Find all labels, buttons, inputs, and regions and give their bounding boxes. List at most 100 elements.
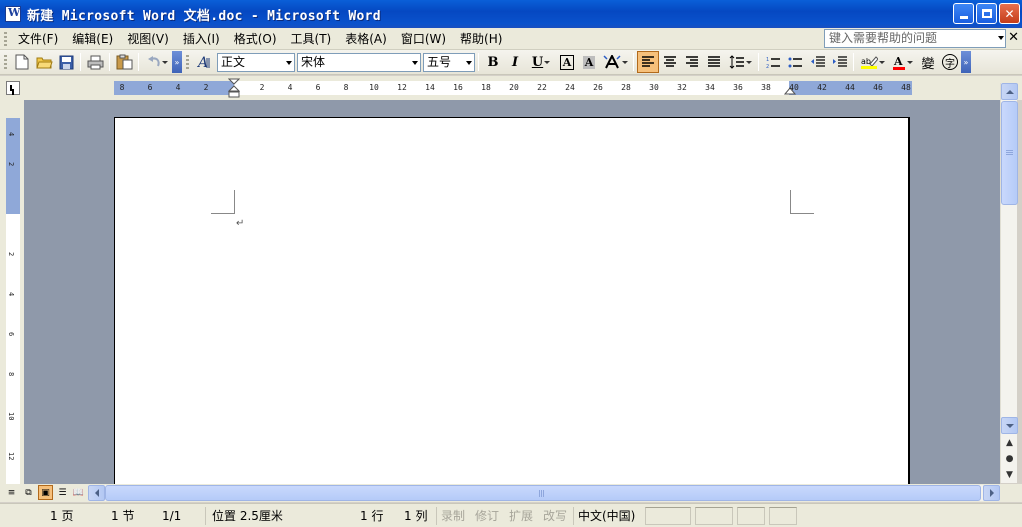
menu-help[interactable]: 帮助(H)	[453, 29, 509, 49]
horizontal-scroll-thumb[interactable]	[105, 485, 981, 501]
open-button[interactable]	[33, 51, 55, 73]
character-border-button[interactable]: A	[556, 51, 578, 73]
status-extend-selection[interactable]: 扩展	[509, 507, 533, 525]
ruler-label: 22	[537, 83, 547, 92]
justify-button[interactable]	[703, 51, 725, 73]
align-right-button[interactable]	[681, 51, 703, 73]
scroll-down-button[interactable]	[1001, 417, 1018, 434]
ruler-label: 12	[397, 83, 407, 92]
decrease-indent-button[interactable]	[806, 51, 828, 73]
character-scaling-button[interactable]	[600, 51, 630, 73]
bold-icon: B	[487, 54, 499, 70]
align-center-button[interactable]	[659, 51, 681, 73]
close-document-icon[interactable]: ✕	[1008, 30, 1019, 45]
web-layout-view-button[interactable]: ⧉	[21, 485, 36, 500]
character-shading-button[interactable]: A	[578, 51, 600, 73]
chevron-down-icon[interactable]	[412, 60, 418, 65]
toolbar-grip[interactable]	[4, 55, 7, 69]
first-line-indent-marker-icon[interactable]	[228, 78, 240, 98]
status-divider	[573, 507, 574, 525]
vertical-scroll-thumb[interactable]	[1001, 101, 1018, 205]
status-language[interactable]: 中文(中国)	[578, 507, 635, 525]
reading-layout-button[interactable]: 📖	[71, 485, 86, 500]
formatting-grip[interactable]	[186, 55, 189, 69]
toolbar-options-button[interactable]: »	[172, 51, 182, 73]
next-page-button[interactable]: ▼	[1001, 467, 1018, 482]
menubar-grip[interactable]	[4, 31, 7, 46]
previous-page-button[interactable]: ▲	[1001, 435, 1018, 450]
character-shading-icon: A	[582, 55, 596, 69]
status-overtype[interactable]: 改写	[543, 507, 567, 525]
document-page[interactable]: ↵	[114, 117, 910, 484]
menu-view[interactable]: 视图(V)	[120, 29, 176, 49]
tab-selector-icon[interactable]	[6, 81, 20, 95]
styles-formatting-button[interactable]: A	[193, 51, 215, 73]
font-size-select[interactable]: 五号	[423, 52, 475, 72]
ruler-label: 10	[369, 83, 379, 92]
ruler-label: 14	[425, 83, 435, 92]
chevron-down-icon[interactable]	[161, 60, 168, 64]
status-track-changes[interactable]: 修订	[475, 507, 499, 525]
chevron-down-icon[interactable]	[906, 60, 913, 64]
chevron-down-icon[interactable]	[621, 60, 628, 64]
bullets-button[interactable]	[784, 51, 806, 73]
save-button[interactable]	[55, 51, 77, 73]
horizontal-ruler[interactable]: 8 6 4 2 2 4 6 8 10 12 14 16 18 20 22 24 26 28 30 32 34 36 38 40…	[114, 78, 912, 98]
font-color-button[interactable]: A	[887, 51, 917, 73]
italic-button[interactable]: I	[504, 51, 526, 73]
undo-button[interactable]	[142, 51, 172, 73]
menu-table[interactable]: 表格(A)	[338, 29, 394, 49]
vertical-scrollbar[interactable]: ▲ ● ▼	[1000, 83, 1018, 483]
highlight-button[interactable]: ab	[857, 51, 887, 73]
toolbar-options-button-2[interactable]: »	[961, 51, 971, 73]
status-divider	[205, 507, 206, 525]
underline-button[interactable]: U	[526, 51, 556, 73]
menu-tools[interactable]: 工具(T)	[284, 29, 339, 49]
menu-window[interactable]: 窗口(W)	[394, 29, 453, 49]
horizontal-scrollbar[interactable]	[88, 485, 1000, 501]
word-app-icon[interactable]	[5, 6, 21, 22]
close-icon: ✕	[1004, 6, 1015, 21]
outline-view-button[interactable]: ☰	[55, 485, 70, 500]
help-question-input[interactable]: 键入需要帮助的问题	[824, 29, 1006, 48]
status-record-macro[interactable]: 录制	[441, 507, 465, 525]
chevron-down-icon[interactable]	[544, 60, 551, 64]
chevron-down-icon[interactable]	[466, 60, 472, 65]
bold-button[interactable]: B	[482, 51, 504, 73]
maximize-button[interactable]	[976, 3, 997, 24]
toolbar-separator	[138, 53, 139, 71]
chevron-down-icon[interactable]	[998, 36, 1004, 40]
print-button[interactable]	[84, 51, 106, 73]
select-browse-object-button[interactable]: ●	[1001, 451, 1018, 466]
vertical-ruler[interactable]: 4 2 2 4 6 8 10 12	[6, 118, 20, 484]
menu-format[interactable]: 格式(O)	[227, 29, 284, 49]
chevron-down-icon[interactable]	[745, 60, 752, 64]
paste-button[interactable]	[113, 51, 135, 73]
scroll-left-button[interactable]	[88, 485, 105, 501]
phonetic-guide-button[interactable]: 變	[917, 51, 939, 73]
print-layout-view-button[interactable]: ▣	[38, 485, 53, 500]
chevron-down-icon[interactable]	[878, 60, 885, 64]
minimize-button[interactable]	[953, 3, 974, 24]
menu-edit[interactable]: 编辑(E)	[65, 29, 120, 49]
arrow-right-icon	[989, 489, 994, 497]
status-position: 位置 2.5厘米	[212, 509, 283, 523]
menu-file[interactable]: 文件(F)	[11, 29, 65, 49]
chevron-down-icon[interactable]	[286, 60, 292, 65]
align-left-button[interactable]	[637, 51, 659, 73]
highlighter-icon: ab	[860, 55, 878, 69]
scroll-right-button[interactable]	[983, 485, 1000, 501]
style-select[interactable]: 正文	[217, 52, 295, 72]
enclose-characters-button[interactable]: 字	[939, 51, 961, 73]
line-spacing-button[interactable]	[725, 51, 755, 73]
font-select[interactable]: 宋体	[297, 52, 421, 72]
close-button[interactable]: ✕	[999, 3, 1020, 24]
numbering-button[interactable]: 12	[762, 51, 784, 73]
menu-insert[interactable]: 插入(I)	[176, 29, 227, 49]
new-document-button[interactable]	[11, 51, 33, 73]
phonetic-guide-icon: 變	[921, 56, 935, 72]
scroll-up-button[interactable]	[1001, 83, 1018, 100]
status-divider	[737, 507, 765, 525]
normal-view-button[interactable]: ≡	[4, 485, 19, 500]
increase-indent-button[interactable]	[828, 51, 850, 73]
